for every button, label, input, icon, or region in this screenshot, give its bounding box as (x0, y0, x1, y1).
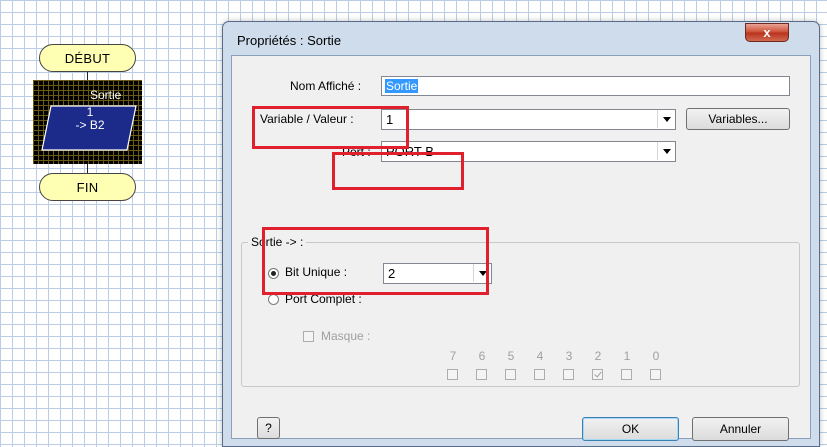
bit-0-checkbox[interactable] (650, 369, 661, 380)
bit-3-checkbox[interactable] (563, 369, 574, 380)
highlight-variable-box (252, 106, 409, 149)
variables-button-label: Variables... (708, 112, 768, 126)
variables-button[interactable]: Variables... (686, 108, 790, 130)
bit-number: 0 (652, 349, 660, 363)
chevron-down-icon (662, 148, 671, 154)
close-icon: x (763, 25, 771, 40)
port-complet-radio[interactable] (268, 294, 279, 305)
bit-number: 2 (594, 349, 602, 363)
highlight-port-box (332, 152, 464, 190)
bit-5-checkbox[interactable] (505, 369, 516, 380)
bit-number: 3 (565, 349, 573, 363)
bit-6-checkbox[interactable] (476, 369, 487, 380)
name-input[interactable]: Sortie (381, 76, 790, 96)
help-button-label: ? (265, 421, 272, 435)
bit-number: 6 (478, 349, 486, 363)
name-input-value: Sortie (385, 79, 419, 93)
bit-number: 5 (507, 349, 515, 363)
bit-number: 4 (536, 349, 544, 363)
bit-7-checkbox[interactable] (447, 369, 458, 380)
highlight-output-mode-box (262, 227, 489, 295)
help-button[interactable]: ? (257, 417, 280, 439)
close-button[interactable]: x (745, 23, 789, 42)
cancel-button[interactable]: Annuler (692, 417, 789, 441)
start-node-label: DÉBUT (64, 50, 111, 66)
bit-number: 7 (449, 349, 457, 363)
dialog-title: Propriétés : Sortie (237, 33, 342, 48)
ok-button-label: OK (621, 422, 640, 436)
masque-label: Masque : (321, 329, 371, 343)
bit-1-checkbox[interactable] (621, 369, 632, 380)
ok-button[interactable]: OK (582, 417, 679, 441)
cancel-button-label: Annuler (719, 422, 762, 436)
output-node-title: Sortie (90, 88, 122, 102)
bit-number: 1 (623, 349, 631, 363)
start-node[interactable]: DÉBUT (39, 44, 136, 72)
chevron-down-icon (662, 116, 671, 122)
name-label: Nom Affiché : (290, 79, 362, 93)
output-node-text: 1 -> B2 (50, 106, 130, 132)
variable-combo[interactable]: 1 (381, 109, 676, 130)
output-node-line2: -> B2 (75, 118, 105, 132)
end-node[interactable]: FIN (39, 173, 136, 201)
bit-4-checkbox[interactable] (534, 369, 545, 380)
port-dropdown-button[interactable] (657, 142, 675, 160)
bit-2-checkbox[interactable] (592, 369, 603, 380)
variable-dropdown-button[interactable] (657, 110, 675, 128)
masque-checkbox[interactable] (303, 331, 314, 342)
end-node-label: FIN (76, 179, 99, 195)
